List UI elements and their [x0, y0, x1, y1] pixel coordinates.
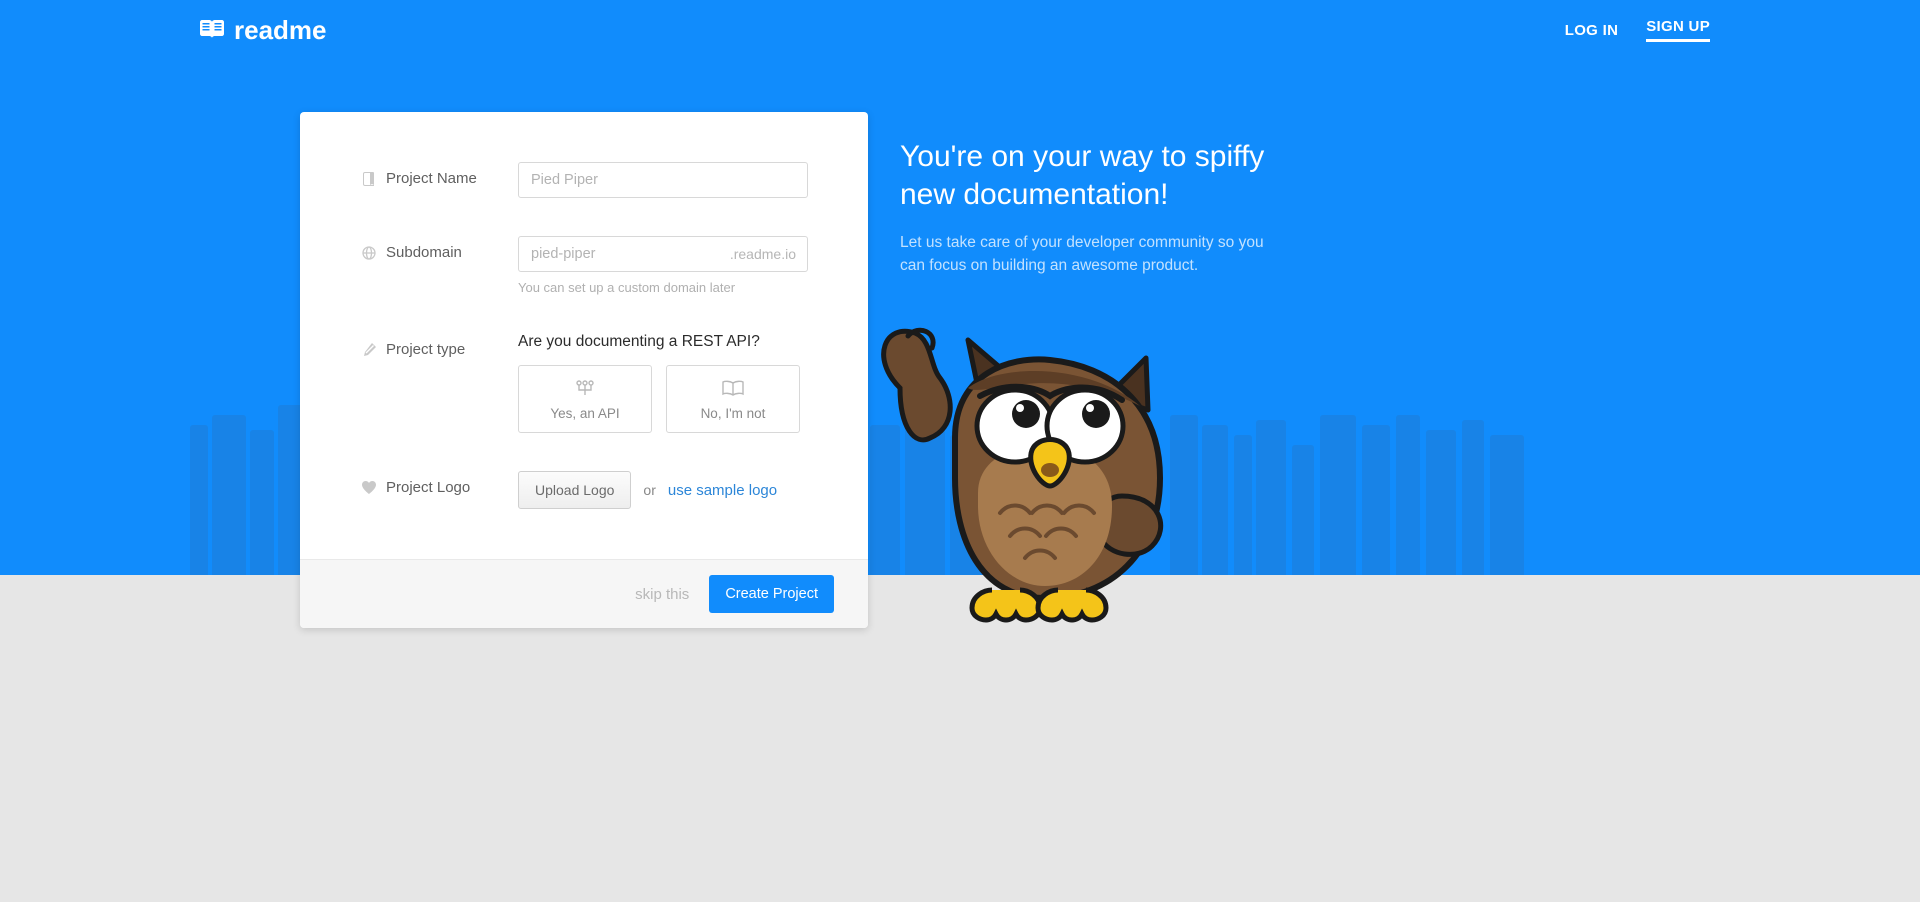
- owl-mascot: [860, 318, 1190, 628]
- heart-icon: [360, 481, 378, 494]
- create-project-button[interactable]: Create Project: [709, 575, 834, 613]
- blurb-title: You're on your way to spiffy new documen…: [900, 138, 1280, 213]
- signup-link[interactable]: SIGN UP: [1646, 18, 1710, 42]
- card-footer: skip this Create Project: [300, 559, 868, 628]
- project-form-card: Project Name Subdomain .readme.io: [300, 112, 868, 628]
- upload-logo-button[interactable]: Upload Logo: [518, 471, 631, 509]
- row-project-logo: Project Logo Upload Logo or use sample l…: [360, 471, 808, 509]
- globe-icon: [360, 246, 378, 260]
- option-yes-api[interactable]: Yes, an API: [518, 365, 652, 433]
- subdomain-hint: You can set up a custom domain later: [518, 280, 808, 295]
- project-name-input[interactable]: [518, 162, 808, 198]
- logo-or-text: or: [643, 482, 655, 498]
- option-yes-label: Yes, an API: [550, 406, 619, 421]
- book-solid-icon: [360, 172, 378, 186]
- blurb-body: Let us take care of your developer commu…: [900, 231, 1280, 278]
- use-sample-logo-link[interactable]: use sample logo: [668, 482, 777, 499]
- row-subdomain: Subdomain .readme.io You can set up a cu…: [360, 236, 808, 295]
- project-type-question: Are you documenting a REST API?: [518, 333, 808, 351]
- label-project-name: Project Name: [386, 170, 477, 187]
- option-no-label: No, I'm not: [701, 406, 766, 421]
- open-book-icon: [721, 378, 745, 400]
- pencil-icon: [360, 343, 378, 356]
- nav: LOG IN SIGN UP: [1537, 18, 1710, 42]
- label-project-type: Project type: [386, 341, 465, 358]
- blurb: You're on your way to spiffy new documen…: [900, 138, 1280, 278]
- login-link[interactable]: LOG IN: [1565, 22, 1618, 39]
- logo-text: readme: [234, 15, 327, 46]
- api-icon: [574, 378, 596, 400]
- header: readme LOG IN SIGN UP: [0, 0, 1920, 60]
- subdomain-suffix: .readme.io: [730, 236, 796, 272]
- skip-link[interactable]: skip this: [635, 586, 689, 603]
- book-icon: [200, 20, 224, 40]
- option-no-api[interactable]: No, I'm not: [666, 365, 800, 433]
- label-subdomain: Subdomain: [386, 244, 462, 261]
- row-project-name: Project Name: [360, 162, 808, 198]
- row-project-type: Project type Are you documenting a REST …: [360, 333, 808, 433]
- label-project-logo: Project Logo: [386, 479, 470, 496]
- logo[interactable]: readme: [200, 15, 327, 46]
